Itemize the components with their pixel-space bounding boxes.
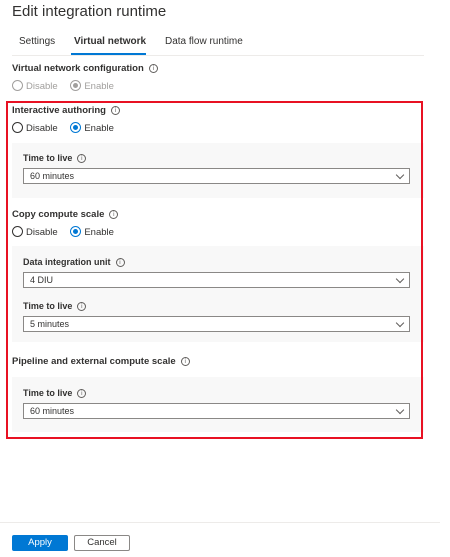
tabs-divider <box>12 55 424 56</box>
info-icon[interactable]: i <box>148 64 158 73</box>
vnet-config-label: Virtual network configuration i <box>12 63 158 74</box>
highlight-box <box>6 101 423 439</box>
page-title: Edit integration runtime <box>12 3 167 20</box>
vnet-enable-label: Enable <box>84 81 114 92</box>
vnet-disable-label: Disable <box>26 81 58 92</box>
vnet-enable-radio[interactable] <box>70 80 82 91</box>
apply-button[interactable]: Apply <box>12 535 68 551</box>
footer-divider <box>0 522 440 523</box>
vnet-disable-radio[interactable] <box>12 80 23 91</box>
tab-data-flow-runtime[interactable]: Data flow runtime <box>165 36 243 47</box>
vnet-config-label-text: Virtual network configuration <box>12 63 144 74</box>
vnet-radio-group: Disable Enable <box>12 80 124 92</box>
cancel-button[interactable]: Cancel <box>74 535 130 551</box>
tab-virtual-network[interactable]: Virtual network <box>74 36 146 47</box>
tab-settings[interactable]: Settings <box>19 36 55 47</box>
